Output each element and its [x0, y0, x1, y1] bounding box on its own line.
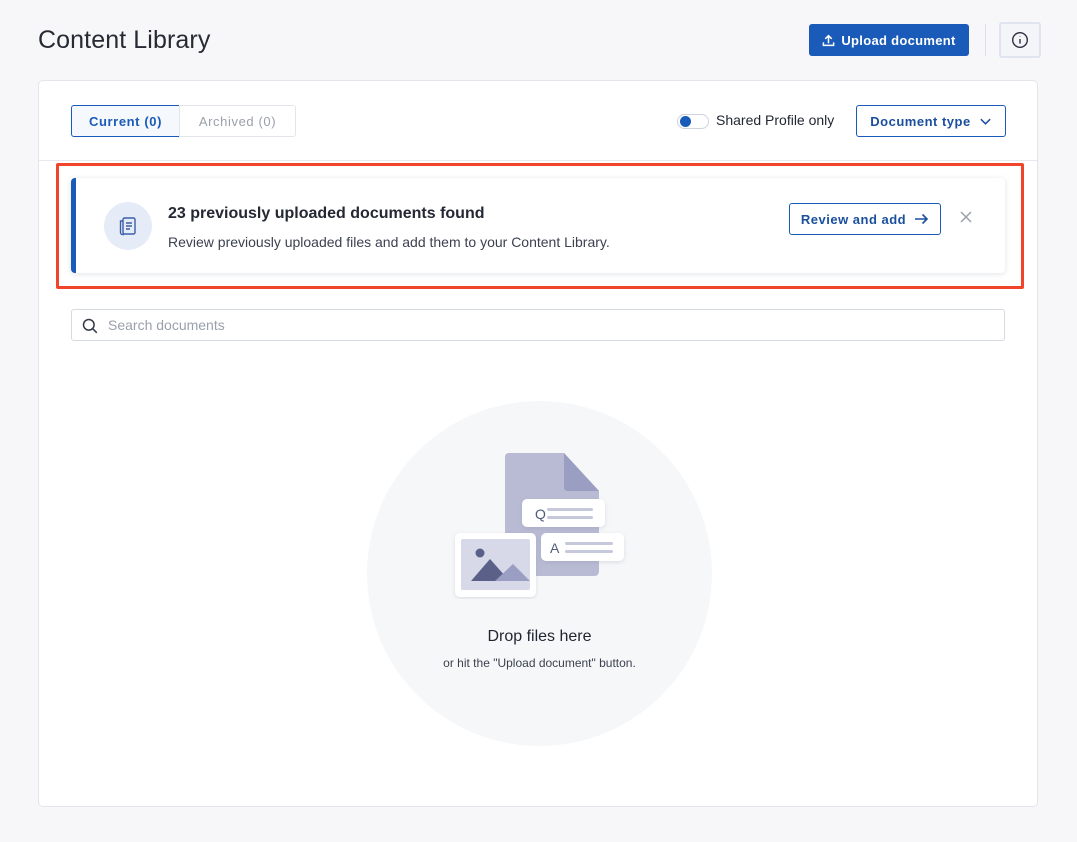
q-letter: Q [535, 506, 546, 522]
document-type-label: Document type [870, 113, 971, 129]
upload-document-button[interactable]: Upload document [809, 24, 969, 56]
search-box [71, 309, 1005, 341]
search-input[interactable] [108, 310, 998, 340]
toggle-knob [680, 116, 691, 127]
search-icon [82, 318, 98, 334]
document-type-dropdown[interactable]: Document type [856, 105, 1006, 137]
tab-archived[interactable]: Archived (0) [179, 105, 296, 137]
banner-title: 23 previously uploaded documents found [168, 205, 485, 222]
info-icon [1011, 31, 1029, 49]
tab-current[interactable]: Current (0) [71, 105, 180, 137]
header-divider [985, 24, 986, 56]
document-list-icon [119, 217, 136, 236]
banner-icon-circle [104, 202, 152, 250]
drop-zone-subtitle: or hit the "Upload document" button. [443, 656, 636, 670]
content-library-card: Current (0) Archived (0) Shared Profile … [38, 80, 1038, 807]
upload-icon [823, 34, 835, 46]
review-and-add-label: Review and add [800, 211, 907, 227]
drop-zone-title: Drop files here [487, 628, 592, 645]
arrow-right-icon [915, 213, 929, 225]
previous-uploads-banner: 23 previously uploaded documents found R… [71, 178, 1005, 273]
upload-document-label: Upload document [841, 32, 956, 48]
shared-profile-toggle[interactable] [677, 114, 709, 129]
documents-illustration-icon: Q A [455, 453, 624, 597]
chevron-down-icon [980, 118, 991, 125]
a-letter: A [550, 540, 560, 556]
drop-zone[interactable]: Q A Drop files here or hit the "Upload d… [367, 401, 712, 746]
info-button[interactable] [999, 22, 1041, 58]
banner-close-button[interactable] [956, 207, 976, 227]
toolbar: Current (0) Archived (0) Shared Profile … [39, 81, 1037, 161]
banner-text: Review previously uploaded files and add… [168, 234, 610, 250]
page-title: Content Library [38, 26, 211, 54]
close-icon [960, 211, 972, 223]
review-and-add-button[interactable]: Review and add [789, 203, 941, 235]
shared-profile-label: Shared Profile only [716, 112, 835, 128]
